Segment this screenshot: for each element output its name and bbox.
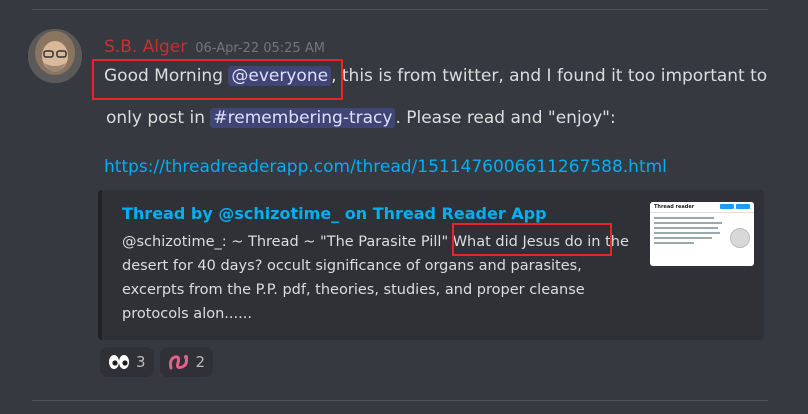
line2-prefix: only post in [106,108,211,128]
reactions-bar: 3 2 [100,347,214,377]
thumbnail-button-icon [720,204,734,209]
thumbnail-text-lines [654,217,724,247]
highlight-box-jesus [452,223,612,256]
embed-thumbnail[interactable]: Thread reader [650,202,754,266]
reaction-count: 3 [136,353,146,371]
message-timestamp[interactable]: 06-Apr-22 05:25 AM [195,41,325,56]
thumbnail-header-text: Thread reader [654,204,695,210]
parasite-icon [168,355,188,370]
highlight-box-greeting [92,59,343,100]
avatar-image [28,29,82,83]
link-embed: Thread by @schizotime_ on Thread Reader … [98,190,764,340]
thumbnail-avatar-icon [730,228,750,248]
reaction-count: 2 [195,353,206,371]
line2-suffix: . Please read and "enjoy": [395,108,616,128]
divider-bottom [32,400,768,401]
divider-top [32,9,768,10]
thumbnail-button-icon [736,204,750,209]
embed-title[interactable]: Thread by @schizotime_ on Thread Reader … [122,204,547,223]
thumbnail-header: Thread reader [650,202,754,213]
avatar[interactable] [28,29,82,83]
eyes-icon [109,355,129,369]
channel-mention[interactable]: #remembering-tracy [210,108,396,128]
message-header: S.B. Alger 06-Apr-22 05:25 AM [104,37,325,57]
line1-suffix: , this is from twitter, and I found it t… [331,66,768,86]
reaction-eyes[interactable]: 3 [100,347,154,377]
author-name[interactable]: S.B. Alger [104,37,187,57]
reaction-parasite[interactable]: 2 [159,347,214,377]
thread-link[interactable]: https://threadreaderapp.com/thread/15114… [104,157,667,177]
message-line-2: only post in #remembering-tracy. Please … [106,108,616,128]
